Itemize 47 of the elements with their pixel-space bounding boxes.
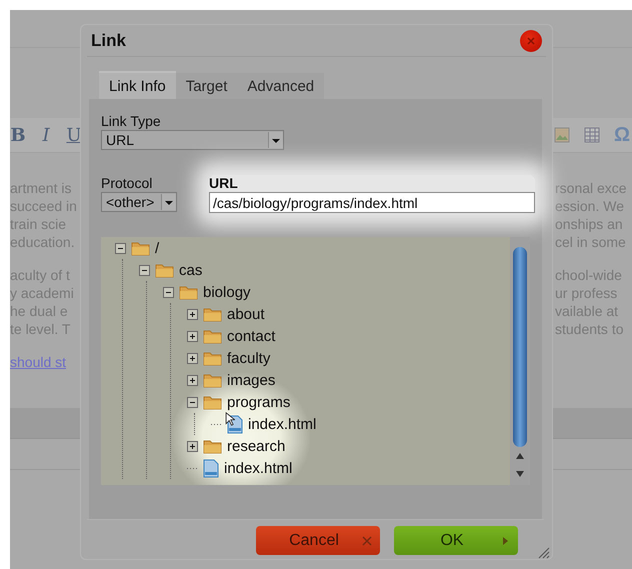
dialog-title: Link — [91, 30, 126, 50]
link-type-dropdown[interactable]: URL — [101, 130, 284, 150]
close-icon — [362, 536, 372, 546]
resize-grip-icon[interactable] — [536, 545, 550, 559]
folder-icon — [155, 262, 174, 278]
tree-item-label[interactable]: images — [227, 372, 276, 388]
expand-icon[interactable] — [187, 352, 198, 364]
expand-icon[interactable] — [187, 374, 198, 386]
tree-item-label[interactable]: index.html — [248, 416, 316, 432]
folder-icon — [203, 350, 222, 366]
close-icon — [527, 36, 535, 44]
arrow-icon — [500, 536, 510, 546]
close-button[interactable] — [520, 30, 542, 52]
tab[interactable]: Link Info — [99, 71, 176, 99]
field-label: Link Type — [101, 113, 162, 129]
expand-icon[interactable] — [187, 308, 198, 320]
tree-item-label[interactable]: faculty — [227, 350, 270, 366]
tree-item-label[interactable]: index.html — [224, 460, 292, 476]
folder-icon — [203, 328, 222, 344]
collapse-icon[interactable] — [163, 286, 174, 298]
collapse-icon[interactable] — [139, 264, 150, 276]
tree-item-label[interactable]: cas — [179, 262, 202, 278]
tree-item-label[interactable]: contact — [227, 328, 276, 344]
collapse-icon[interactable] — [187, 396, 198, 408]
tree-item-label[interactable]: biology — [203, 284, 251, 300]
field-label: Protocol — [101, 175, 154, 191]
tab[interactable]: Advanced — [237, 71, 324, 99]
folder-icon — [203, 438, 222, 454]
collapse-icon[interactable] — [115, 242, 126, 254]
ok-button[interactable]: OK — [394, 526, 518, 555]
expand-icon[interactable] — [187, 330, 198, 342]
protocol-dropdown[interactable]: <other> — [101, 192, 177, 212]
field-label: URL — [209, 175, 239, 191]
document-icon — [203, 458, 219, 478]
tree-item-label[interactable]: about — [227, 306, 265, 322]
folder-icon — [203, 394, 222, 410]
tree-item-label[interactable]: / — [155, 240, 160, 256]
tab[interactable]: Target — [176, 71, 238, 99]
folder-icon — [131, 240, 150, 256]
pointer-cursor-icon — [225, 412, 235, 426]
folder-icon — [203, 306, 222, 322]
tree-item-label[interactable]: research — [227, 438, 286, 454]
expand-icon[interactable] — [187, 440, 198, 452]
url-input-field[interactable]: /cas/biology/programs/index.html — [209, 192, 535, 213]
folder-icon — [179, 284, 198, 300]
tree-item-label[interactable]: programs — [227, 394, 290, 410]
folder-icon — [203, 372, 222, 388]
